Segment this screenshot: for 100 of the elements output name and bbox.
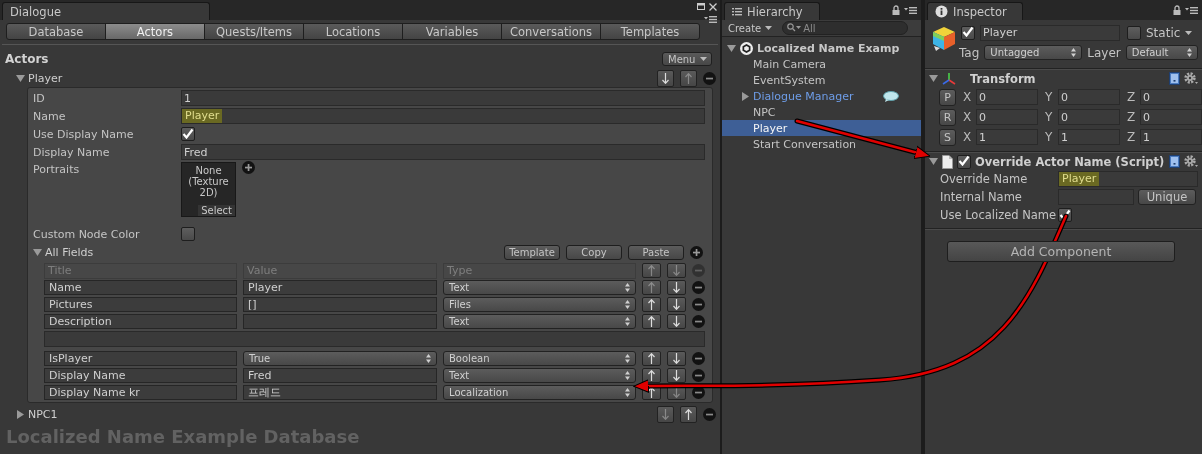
move-down-button[interactable]	[667, 280, 686, 295]
dropdown[interactable]: Default	[1125, 45, 1198, 60]
dropdown[interactable]: Files	[443, 297, 636, 312]
tab[interactable]: Quests/Items	[204, 23, 304, 40]
dropdown[interactable]: Untagged	[984, 45, 1083, 60]
remove-icon[interactable]	[703, 407, 716, 421]
checkbox[interactable]	[181, 127, 195, 141]
move-down-button[interactable]	[667, 351, 686, 366]
move-down-button[interactable]	[667, 314, 686, 329]
checkbox[interactable]	[961, 25, 975, 40]
text-field[interactable]: Pictures	[44, 297, 237, 312]
tab[interactable]: Conversations	[501, 23, 601, 40]
text-field[interactable]: 1	[1140, 129, 1202, 145]
hierarchy-item[interactable]: Dialogue Manager	[722, 88, 921, 104]
text-field[interactable]: 1	[1058, 129, 1120, 145]
move-up-button[interactable]	[642, 297, 661, 312]
remove-icon[interactable]	[692, 281, 705, 294]
search-field[interactable]: All	[782, 21, 909, 35]
remove-icon[interactable]	[692, 298, 705, 311]
tab[interactable]: Variables	[402, 23, 502, 40]
text-field[interactable]: Player	[1058, 171, 1198, 187]
text-field[interactable]: Player	[181, 108, 705, 124]
text-field[interactable]: 1	[181, 90, 705, 106]
dropdown[interactable]: Localization	[443, 385, 636, 400]
disclosure-triangle-icon[interactable]	[929, 157, 938, 166]
move-up-button[interactable]	[642, 351, 661, 366]
disclosure-triangle-icon[interactable]	[16, 409, 25, 419]
disclosure-triangle-icon[interactable]	[741, 91, 750, 101]
hierarchy-item[interactable]: Main Camera	[722, 56, 921, 72]
dropdown[interactable]: Text	[443, 280, 636, 295]
disclosure-triangle-icon[interactable]	[929, 74, 938, 83]
close-icon[interactable]	[709, 3, 717, 11]
lock-icon[interactable]	[1173, 5, 1181, 15]
disclosure-triangle-icon[interactable]	[727, 43, 736, 53]
tab[interactable]: Database	[6, 23, 106, 40]
toolbar-button[interactable]: Paste	[628, 245, 684, 260]
help-icon[interactable]	[1169, 155, 1180, 168]
unique-button[interactable]: Unique	[1138, 189, 1196, 205]
dropdown[interactable]: True	[243, 351, 437, 366]
panel-tab[interactable]: Inspector	[927, 2, 1023, 20]
menu-icon[interactable]	[704, 15, 717, 23]
checkbox[interactable]	[181, 227, 195, 241]
caret-icon[interactable]	[1185, 30, 1193, 35]
transform-mode-button[interactable]: R	[939, 108, 956, 126]
move-down-button[interactable]	[667, 368, 686, 383]
move-down-button[interactable]	[667, 297, 686, 312]
transform-mode-button[interactable]: P	[939, 88, 956, 106]
text-field[interactable]: 1	[976, 129, 1038, 145]
text-field[interactable]: 0	[976, 109, 1038, 125]
text-field[interactable]: Player	[980, 24, 1120, 41]
dropdown[interactable]: Text	[443, 314, 636, 329]
text-field[interactable]: Fred	[243, 368, 437, 383]
menu-icon[interactable]	[1185, 6, 1198, 14]
tab[interactable]: Templates	[600, 23, 700, 40]
text-field[interactable]: 프레드	[243, 385, 437, 400]
add-icon[interactable]	[242, 161, 255, 174]
maximize-icon[interactable]	[697, 3, 705, 10]
text-field[interactable]: Name	[44, 280, 237, 295]
text-field[interactable]: 0	[1140, 89, 1202, 105]
dropdown[interactable]: Boolean	[443, 351, 636, 366]
text-field[interactable]: Display Name kr	[44, 385, 237, 400]
settings-icon[interactable]	[1184, 155, 1198, 168]
actor-name[interactable]: NPC1	[28, 407, 58, 421]
section-label[interactable]: All Fields	[45, 246, 94, 259]
text-field[interactable]: Description	[44, 314, 237, 329]
add-icon[interactable]	[690, 246, 703, 259]
checkbox[interactable]	[957, 154, 971, 169]
text-field[interactable]: Display Name	[44, 368, 237, 383]
hierarchy-item[interactable]: EventSystem	[722, 72, 921, 88]
remove-icon[interactable]	[692, 369, 705, 382]
text-field[interactable]: 0	[976, 89, 1038, 105]
lock-icon[interactable]	[892, 5, 900, 15]
dropdown[interactable]: Text	[443, 368, 636, 383]
hierarchy-item[interactable]: Start Conversation	[722, 136, 921, 152]
add-component-button[interactable]: Add Component	[947, 241, 1175, 262]
tab[interactable]: Actors	[105, 23, 205, 40]
text-field[interactable]: 0	[1058, 89, 1120, 105]
text-field[interactable]: Fred	[181, 144, 705, 160]
move-down-button[interactable]	[657, 69, 674, 87]
hierarchy-item[interactable]: NPC	[722, 104, 921, 120]
tab[interactable]: Locations	[303, 23, 403, 40]
move-up-button[interactable]	[642, 314, 661, 329]
move-up-button[interactable]	[642, 368, 661, 383]
toolbar-button[interactable]: Copy	[566, 245, 622, 260]
disclosure-triangle-icon[interactable]	[16, 73, 25, 83]
remove-icon[interactable]	[692, 352, 705, 365]
remove-icon[interactable]	[692, 315, 705, 328]
panel-tab[interactable]: Hierarchy	[724, 2, 820, 20]
text-field[interactable]: 0	[1058, 109, 1120, 125]
disclosure-triangle-icon[interactable]	[33, 248, 42, 257]
toolbar-button[interactable]: Template	[504, 245, 560, 260]
remove-icon[interactable]	[703, 71, 716, 85]
text-field[interactable]	[243, 314, 437, 329]
settings-icon[interactable]	[1184, 72, 1198, 85]
select-button[interactable]: Select	[198, 205, 235, 216]
actor-name[interactable]: Player	[28, 71, 63, 85]
move-up-button[interactable]	[680, 405, 697, 423]
transform-mode-button[interactable]: S	[939, 128, 956, 146]
text-field[interactable]: []	[243, 297, 437, 312]
checkbox[interactable]	[1127, 25, 1141, 40]
